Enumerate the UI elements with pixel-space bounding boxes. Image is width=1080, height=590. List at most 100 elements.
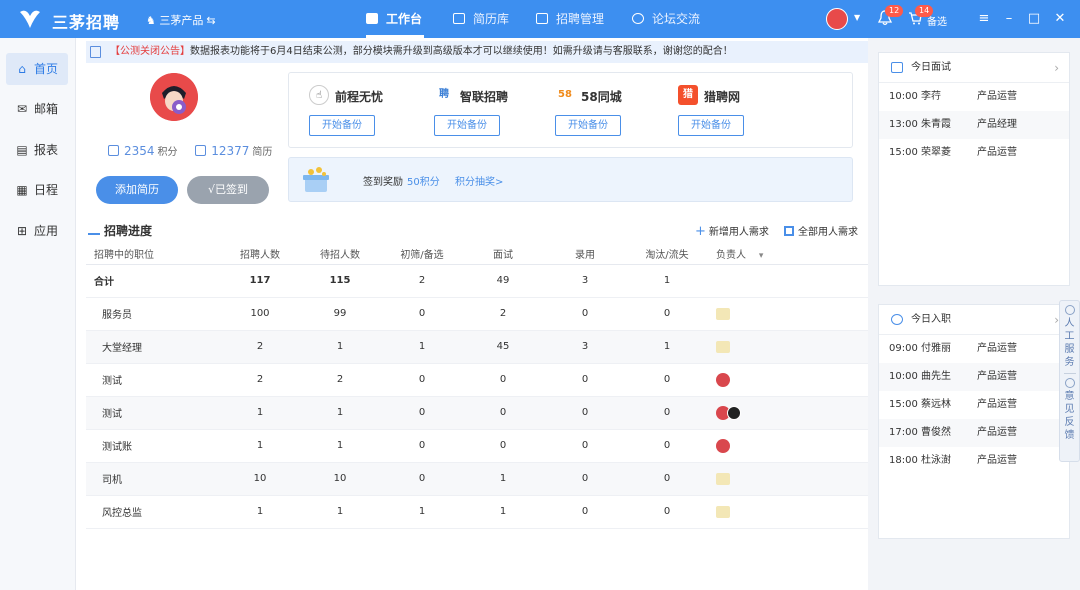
signin-reward-panel: 签到奖励 50积分 积分抽奖> — [288, 157, 853, 202]
nav-item-workbench[interactable]: 工作台 — [366, 0, 424, 38]
switch-icon: ⇆ — [206, 14, 216, 27]
list-item[interactable]: 18:00 杜泳澍 产品运营 — [879, 447, 1069, 475]
col-rejected: 淘汰/流失 — [626, 244, 708, 265]
sidebar: ⌂ 首页 ✉ 邮箱 ▤ 报表 ▦ 日程 ⊞ 应用 — [0, 38, 76, 590]
table-header-row: 招聘中的职位 招聘人数 待招人数 初筛/备选 面试 录用 淘汰/流失 负责人 — [86, 244, 868, 265]
backup-button-58[interactable]: 开始备份 — [555, 115, 621, 136]
partner-sites-panel: ☝ 前程无忧 开始备份 聘 智联招聘 开始备份 58 58同城 开始备份 猎 猎… — [288, 72, 853, 148]
liepin-logo-icon: 猎 — [678, 85, 698, 105]
profile-stats: 2354 积分 12377 简历 — [108, 143, 272, 158]
logo-icon — [20, 10, 40, 28]
report-icon: ▤ — [16, 143, 28, 157]
table-row[interactable]: 风控总监 111100 — [86, 495, 868, 529]
col-hired: 录用 — [544, 244, 626, 265]
all-demand-button[interactable]: 全部用人需求 — [784, 223, 858, 238]
list-item[interactable]: 10:00 李荇 产品运营 — [879, 83, 1069, 111]
table-row[interactable]: 测试 110000 — [86, 396, 868, 430]
backup-button-zhaopin[interactable]: 开始备份 — [434, 115, 500, 136]
backup-button-liepin[interactable]: 开始备份 — [678, 115, 744, 136]
nav-item-recruit-management[interactable]: 招聘管理 — [536, 0, 604, 38]
owner-avatar[interactable] — [727, 405, 741, 420]
product-switcher[interactable]: ♞ 三茅产品 ⇆ — [146, 12, 216, 28]
notice-text: 数据报表功能将于6月4日结束公测，部分模块需升级到高级版本才可以继续使用！如需升… — [190, 46, 733, 57]
sidebar-item-apps[interactable]: ⊞ 应用 — [6, 215, 68, 247]
mail-icon: ✉ — [16, 102, 28, 116]
menu-icon[interactable]: ≡ — [975, 10, 993, 28]
grid-icon — [536, 13, 548, 24]
col-interview: 面试 — [462, 244, 544, 265]
resume-count-value: 12377 — [211, 144, 250, 158]
col-owner[interactable]: 负责人 — [708, 244, 868, 265]
sidebar-item-report[interactable]: ▤ 报表 — [6, 134, 68, 166]
resume-count-icon — [195, 145, 207, 156]
owner-placeholder-icon — [716, 307, 730, 320]
owner-placeholder-icon — [716, 340, 730, 353]
points-lottery-link[interactable]: 积分抽奖> — [455, 173, 503, 188]
today-onboarding-header[interactable]: 今日入职 › — [879, 305, 1069, 335]
recruit-progress-table: 招聘中的职位 招聘人数 待招人数 初筛/备选 面试 录用 淘汰/流失 负责人 合… — [86, 244, 868, 529]
product-icon: ♞ — [146, 14, 160, 27]
bell-badge: 12 — [885, 5, 904, 17]
signed-in-button[interactable]: √已签到 — [187, 176, 269, 204]
signin-reward-points: 50积分 — [407, 177, 440, 188]
col-pending-count: 待招人数 — [298, 244, 382, 265]
calendar-icon: ▦ — [16, 183, 28, 197]
cart-label[interactable]: 备选 — [927, 13, 947, 28]
maximize-icon[interactable]: □ — [1025, 10, 1043, 28]
table-row[interactable]: 测试账 110000 — [86, 429, 868, 463]
user-avatar[interactable] — [826, 8, 848, 30]
grid-icon — [784, 226, 794, 236]
home-icon: ⌂ — [18, 62, 26, 76]
sidebar-item-mail[interactable]: ✉ 邮箱 — [6, 93, 68, 125]
avatar-illustration — [150, 73, 198, 121]
interview-icon — [891, 62, 903, 73]
table-row[interactable]: 司机 10 10 0 1 0 0 — [86, 462, 868, 496]
add-resume-button[interactable]: 添加简历 — [96, 176, 178, 204]
owner-placeholder-icon — [716, 472, 730, 485]
nav-item-forum[interactable]: 论坛交流 — [632, 0, 700, 38]
table-row[interactable]: 大堂经理 2 1 1 45 3 1 — [86, 330, 868, 364]
owner-placeholder-icon — [716, 505, 730, 518]
owner-avatar[interactable] — [716, 372, 730, 387]
notice-icon — [90, 46, 101, 58]
owner-avatar[interactable] — [716, 438, 730, 453]
today-interview-header[interactable]: 今日面试 › — [879, 53, 1069, 83]
profile-avatar[interactable] — [150, 73, 198, 121]
list-item[interactable]: 13:00 朱青霞 产品经理 — [879, 111, 1069, 139]
sidebar-item-home[interactable]: ⌂ 首页 — [6, 53, 68, 85]
chevron-down-icon[interactable]: ▼ — [854, 13, 860, 22]
chat-icon — [632, 13, 644, 24]
person-icon — [891, 314, 903, 325]
divider — [1063, 373, 1076, 374]
51job-logo-icon: ☝ — [309, 85, 329, 105]
backup-button-51job[interactable]: 开始备份 — [309, 115, 375, 136]
list-item[interactable]: 15:00 蔡远林 产品运营 — [879, 391, 1069, 419]
customer-service-button[interactable]: 人工服务 — [1064, 317, 1076, 369]
list-item[interactable]: 15:00 荣翠菱 产品运营 — [879, 139, 1069, 167]
col-screened: 初筛/备选 — [382, 244, 462, 265]
table-row[interactable]: 测试 220000 — [86, 363, 868, 397]
today-interview-panel: 今日面试 › 10:00 李荇 产品运营 13:00 朱青霞 产品经理 15:00 荣翠菱产… — [878, 52, 1070, 286]
nav-item-resume-library[interactable]: 简历库 — [453, 0, 509, 38]
col-position: 招聘中的职位 — [86, 244, 222, 265]
chevron-right-icon[interactable]: › — [1054, 53, 1059, 83]
minimize-icon[interactable]: – — [1000, 10, 1018, 28]
points-icon — [108, 145, 119, 156]
notice-tag[interactable]: 【公测关闭公告】 — [110, 46, 190, 57]
feedback-icon — [1064, 378, 1075, 388]
close-icon[interactable]: ✕ — [1051, 10, 1069, 28]
list-item[interactable]: 10:00 曲先生 产品运营 — [879, 363, 1069, 391]
product-label: 三茅产品 — [159, 14, 204, 27]
dashboard-icon — [366, 13, 378, 24]
recruit-progress-title: 招聘进度 — [88, 222, 152, 239]
points-value: 2354 — [124, 144, 155, 158]
points-unit: 积分 — [157, 147, 178, 158]
feedback-button[interactable]: 意见反馈 — [1064, 390, 1076, 442]
add-demand-button[interactable]: + 新增用人需求 — [695, 223, 769, 239]
col-hire-count: 招聘人数 — [222, 244, 298, 265]
floating-service-bar: 人工服务 意见反馈 — [1059, 300, 1080, 462]
table-row[interactable]: 服务员 100 99 0 2 0 0 — [86, 297, 868, 331]
list-item[interactable]: 17:00 曹俊然 产品运营 — [879, 419, 1069, 447]
list-item[interactable]: 09:00 付雅丽 产品运营 — [879, 335, 1069, 363]
sidebar-item-calendar[interactable]: ▦ 日程 — [6, 174, 68, 206]
